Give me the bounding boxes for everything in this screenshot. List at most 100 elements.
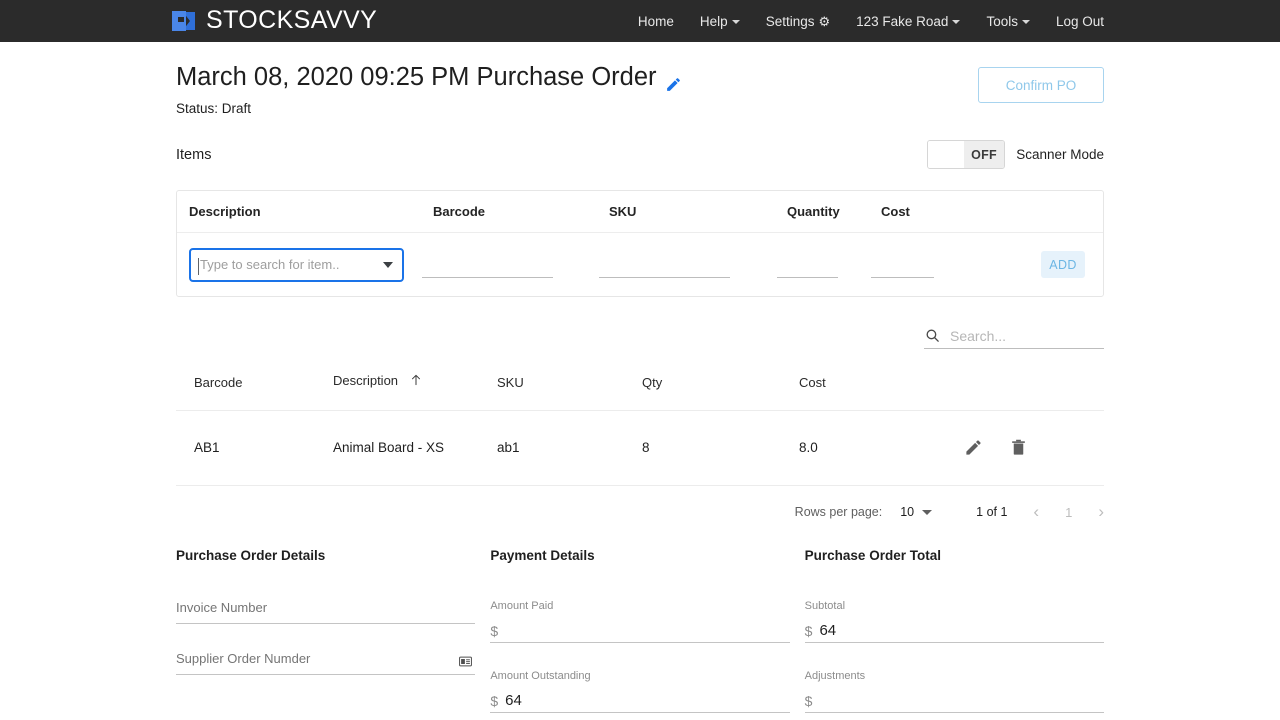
table-row[interactable]: AB1 Animal Board - XS ab1 8 8.0 [176, 410, 1104, 487]
nav-item-help-label: Help [699, 13, 728, 29]
invoice-number-field[interactable]: Invoice Number [176, 600, 476, 625]
brand-name: STOCKSAVVY [206, 5, 378, 34]
nav-item-logout[interactable]: Log Out [1056, 14, 1104, 29]
rows-per-page-value: 10 [900, 505, 915, 520]
chevron-down-icon[interactable] [383, 261, 393, 268]
purchase-order-details-section: Purchase Order Details Invoice Number Su… [176, 548, 476, 720]
next-page-button[interactable]: › [1098, 502, 1104, 522]
amount-paid-label: Amount Paid [490, 600, 554, 613]
rows-per-page-select[interactable]: 10 [900, 505, 933, 520]
amount-outstanding-line: $ 64 [490, 689, 790, 714]
amount-paid-field[interactable]: Amount Paid $ [490, 600, 790, 644]
add-item-card-header: Description Barcode SKU Quantity Cost [177, 191, 1103, 234]
top-navbar: STOCKSAVVY Home Help Settings ⚙ 123 Fake… [0, 0, 1280, 42]
cell-description: Animal Board - XS [333, 410, 497, 487]
nav-item-home[interactable]: Home [638, 14, 674, 29]
page-title: March 08, 2020 09:25 PM Purchase Order [176, 63, 682, 92]
nav-item-help[interactable]: Help [700, 14, 740, 29]
th-description[interactable]: Description [333, 373, 497, 412]
brand-logo-link[interactable]: STOCKSAVVY [171, 5, 378, 35]
toggle-state-label: OFF [963, 141, 1005, 169]
payment-details-title: Payment Details [490, 548, 595, 564]
cell-sku: ab1 [497, 410, 642, 487]
items-table-body: AB1 Animal Board - XS ab1 8 8.0 [176, 410, 1104, 487]
add-item-card: Description Barcode SKU Quantity Cost Ty… [176, 190, 1104, 298]
chevron-down-icon [922, 509, 933, 515]
scanner-mode-control: OFF Scanner Mode [927, 140, 1104, 170]
page-number[interactable]: 1 [1065, 505, 1072, 520]
th-barcode[interactable]: Barcode [176, 373, 333, 412]
th-description-label: Description [333, 373, 399, 389]
amount-outstanding-field[interactable]: Amount Outstanding $ 64 [490, 670, 790, 714]
th-sku-label: SKU [497, 375, 524, 391]
barcode-input[interactable] [422, 252, 553, 278]
page-range-label: 1 of 1 [976, 505, 1008, 520]
toggle-knob [928, 141, 964, 169]
amount-paid-line: $ [490, 619, 790, 644]
page-header-left: March 08, 2020 09:25 PM Purchase Order S… [176, 63, 682, 116]
table-search-row: Search... [176, 327, 1104, 350]
chevron-down-icon [731, 20, 740, 24]
prev-page-button[interactable]: ‹ [1033, 502, 1039, 522]
subtotal-field[interactable]: Subtotal $ 64 [804, 600, 1104, 644]
adjustments-field[interactable]: Adjustments $ [804, 670, 1104, 714]
cell-qty: 8 [642, 410, 799, 487]
col-header-barcode: Barcode [433, 204, 486, 220]
gear-icon: ⚙ [818, 13, 831, 29]
nav-item-tools[interactable]: Tools [986, 14, 1030, 29]
nav-item-settings[interactable]: Settings ⚙ [766, 14, 830, 29]
items-section-header: Items OFF Scanner Mode [176, 140, 1104, 170]
chevron-down-icon [952, 20, 961, 24]
supplier-order-number-underline [176, 674, 476, 676]
currency-prefix: $ [490, 692, 499, 709]
purchase-order-total-section: Purchase Order Total Subtotal $ 64 Adjus… [804, 548, 1104, 720]
th-barcode-label: Barcode [194, 375, 243, 391]
items-table: Barcode Description SKU Qty Cost AB1 Ani… [176, 373, 1104, 487]
cell-actions [964, 410, 1104, 487]
purchase-order-details-title: Purchase Order Details [176, 548, 326, 564]
sort-asc-icon [409, 373, 423, 390]
table-search-box[interactable]: Search... [924, 327, 1104, 350]
page-title-text: March 08, 2020 09:25 PM Purchase Order [176, 63, 657, 91]
col-header-quantity: Quantity [787, 204, 840, 220]
supplier-order-number-field[interactable]: Supplier Order Numder [176, 651, 476, 676]
th-cost[interactable]: Cost [799, 373, 964, 412]
scanner-mode-label: Scanner Mode [1016, 147, 1104, 163]
col-header-cost: Cost [881, 204, 910, 220]
adjustments-line: $ [804, 689, 1104, 714]
invoice-number-underline [176, 623, 476, 625]
purchase-order-total-title: Purchase Order Total [804, 548, 941, 564]
th-qty[interactable]: Qty [642, 373, 799, 412]
subtotal-value: 64 [819, 622, 837, 640]
text-cursor [198, 257, 199, 275]
th-sku[interactable]: SKU [497, 373, 642, 412]
page-content: March 08, 2020 09:25 PM Purchase Order S… [0, 42, 1280, 720]
chevron-down-icon [1021, 20, 1030, 24]
currency-prefix: $ [804, 692, 813, 709]
nav-item-location[interactable]: 123 Fake Road [856, 13, 961, 29]
quantity-input[interactable] [777, 252, 838, 278]
col-header-sku: SKU [609, 204, 637, 220]
pencil-icon[interactable] [665, 71, 682, 91]
nav-item-location-label: 123 Fake Road [856, 13, 949, 29]
pencil-icon[interactable] [964, 438, 983, 457]
col-header-description: Description [189, 204, 261, 220]
cell-barcode: AB1 [176, 410, 333, 487]
items-table-header-row: Barcode Description SKU Qty Cost [176, 373, 1104, 412]
cost-input[interactable] [871, 252, 934, 278]
trash-icon[interactable] [1009, 438, 1028, 457]
items-table-head: Barcode Description SKU Qty Cost [176, 373, 1104, 412]
confirm-po-button[interactable]: Confirm PO [978, 67, 1104, 103]
nav-item-home-label: Home [637, 13, 674, 29]
currency-prefix: $ [490, 622, 499, 639]
sku-input[interactable] [599, 252, 730, 278]
item-search-input[interactable]: Type to search for item.. [189, 247, 404, 282]
items-label: Items [176, 146, 212, 163]
contact-card-icon[interactable] [458, 654, 473, 669]
scanner-mode-toggle[interactable]: OFF [927, 140, 1006, 170]
subtotal-label: Subtotal [804, 600, 846, 613]
th-qty-label: Qty [642, 375, 663, 391]
stocksavvy-logo-icon [171, 9, 197, 33]
currency-prefix: $ [804, 622, 813, 639]
add-item-button[interactable]: ADD [1041, 251, 1085, 279]
